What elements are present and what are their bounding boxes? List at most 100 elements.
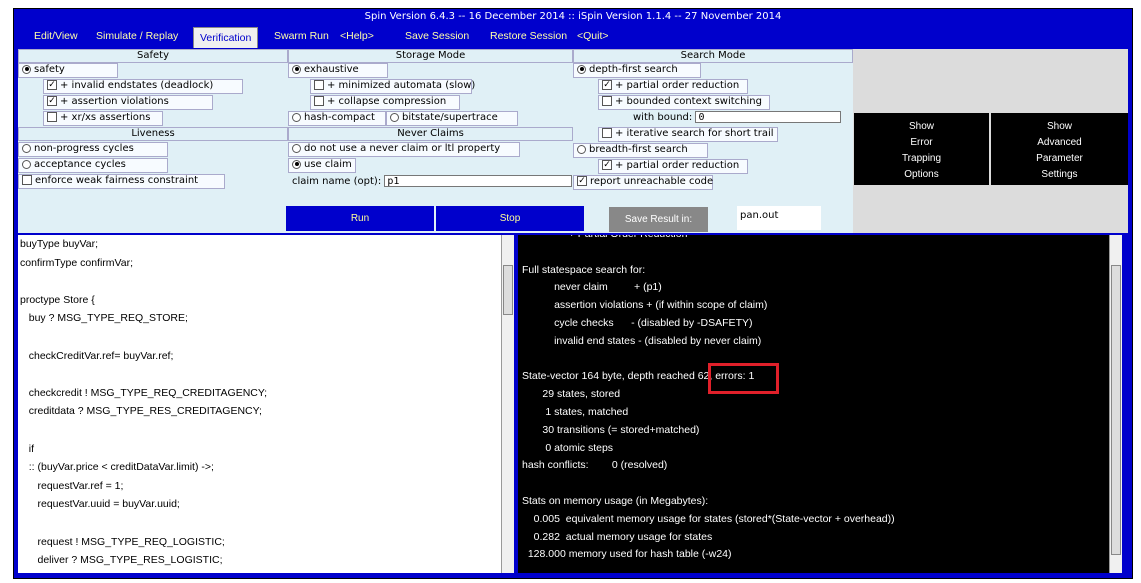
invalid-endstates-checkbox[interactable]: ✓ + invalid endstates (deadlock) (47, 79, 213, 93)
bound-input[interactable]: 0 (695, 111, 842, 123)
radio-empty-icon (577, 144, 586, 154)
weak-fairness-checkbox[interactable]: enforce weak fairness constraint (22, 174, 198, 188)
window-title: Spin Version 6.4.3 -- 16 December 2014 :… (14, 9, 1132, 25)
stop-button[interactable]: Stop (436, 206, 584, 231)
output-scroll-thumb[interactable] (1111, 265, 1121, 555)
radio-selected-icon (292, 159, 301, 169)
hash-compact-radio[interactable]: hash-compact (292, 111, 375, 125)
radio-selected-icon (292, 64, 301, 74)
output-line: + Partial Order Reduction (522, 235, 688, 240)
code-line: request ! MSG_TYPE_REQ_LOGISTIC; (20, 535, 225, 548)
radio-selected-icon (22, 64, 31, 74)
menu-verification[interactable]: Verification (193, 27, 259, 48)
checkmark-icon: ✓ (577, 176, 587, 186)
code-line: creditdata ? MSG_TYPE_RES_CREDITAGENCY; (20, 405, 262, 418)
radio-selected-icon (577, 64, 586, 74)
menu-swarm-run[interactable]: Swarm Run (274, 30, 329, 42)
code-line: deliver ? MSG_TYPE_RES_LOGISTIC; (20, 554, 223, 567)
menu-quit[interactable]: <Quit> (577, 30, 609, 42)
output-line: assertion violations + (if within scope … (522, 299, 768, 312)
radio-empty-icon (292, 143, 301, 153)
code-line: if (20, 442, 35, 455)
liveness-header: Liveness (18, 127, 288, 141)
use-claim-radio[interactable]: use claim (292, 158, 352, 172)
output-line: 1 states, matched (522, 406, 629, 418)
output-line: 0.282 actual memory usage for states (522, 530, 713, 543)
safety-radio[interactable]: safety (22, 63, 65, 77)
checkmark-icon: ✓ (602, 160, 612, 170)
never-claims-header: Never Claims (288, 127, 573, 141)
xr-xs-assertions-checkbox[interactable]: + xr/xs assertions (47, 111, 150, 125)
code-line: checkcredit ! MSG_TYPE_REQ_CREDITAGENCY; (20, 386, 268, 399)
code-line: proctype Store { (20, 293, 95, 306)
output-line: 0 atomic steps (522, 441, 614, 454)
checkmark-icon: ✓ (47, 80, 57, 90)
iterative-search-checkbox[interactable]: + iterative search for short trail (602, 127, 774, 141)
output-line: Full statespace search for: (522, 263, 646, 276)
output-line: never claim + (p1) (522, 281, 662, 294)
radio-empty-icon (390, 112, 399, 122)
checkmark-icon: ✓ (602, 80, 612, 90)
unreachable-code-checkbox[interactable]: ✓ report unreachable code (577, 175, 713, 189)
menu-help[interactable]: <Help> (340, 30, 374, 42)
checkbox-empty-icon (602, 96, 612, 106)
code-line: confirmType confirmVar; (20, 256, 134, 269)
no-never-claim-radio[interactable]: do not use a never claim or ltl property (292, 142, 500, 156)
output-line: 128.000 memory used for hash table (-w24… (522, 548, 732, 561)
output-line: hash conflicts: 0 (resolved) (522, 459, 668, 472)
bound-row: with bound: 0 (633, 111, 842, 125)
non-progress-radio[interactable]: non-progress cycles (22, 142, 134, 156)
assertion-violations-checkbox[interactable]: ✓ + assertion violations (47, 95, 169, 109)
spin-window: Spin Version 6.4.3 -- 16 December 2014 :… (13, 8, 1133, 579)
show-advanced-settings-button[interactable]: Show Advanced Parameter Settings (991, 113, 1128, 185)
editor-scroll-thumb[interactable] (503, 265, 513, 315)
output-line: 30 transitions (= stored+matched) (522, 423, 700, 436)
code-line: :: (buyVar.price < creditDataVar.limit) … (20, 461, 214, 474)
menu-save-session[interactable]: Save Session (405, 30, 469, 42)
claim-name-row: claim name (opt): p1 (292, 175, 573, 189)
partial-order-checkbox[interactable]: ✓ + partial order reduction (602, 79, 739, 93)
run-button[interactable]: Run (286, 206, 434, 231)
storage-header: Storage Mode (288, 49, 573, 63)
minimized-automata-checkbox[interactable]: + minimized automata (slow) (314, 79, 475, 93)
checkbox-empty-icon (47, 112, 57, 122)
acceptance-radio[interactable]: acceptance cycles (22, 158, 126, 172)
code-line: checkCreditVar.ref= buyVar.ref; (20, 349, 174, 362)
output-file-field[interactable]: pan.out (737, 206, 821, 230)
code-line: requestVar.ref = 1; (20, 479, 124, 492)
output-line: Stats on memory usage (in Megabytes): (522, 495, 709, 507)
code-line: requestVar.uuid = buyVar.uuid; (20, 498, 180, 511)
exhaustive-radio[interactable]: exhaustive (292, 63, 359, 77)
bound-label: with bound: (633, 112, 693, 123)
checkbox-empty-icon (314, 80, 324, 90)
menu-restore-session[interactable]: Restore Session (490, 30, 567, 42)
collapse-compression-checkbox[interactable]: + collapse compression (314, 95, 446, 109)
menu-bar: Edit/View Simulate / Replay Verification… (14, 26, 1132, 48)
menu-edit-view[interactable]: Edit/View (34, 30, 78, 42)
dfs-radio[interactable]: depth-first search (577, 63, 678, 77)
menu-simulate-replay[interactable]: Simulate / Replay (96, 30, 178, 42)
output-line: invalid end states - (disabled by never … (522, 334, 762, 347)
claim-name-input[interactable]: p1 (384, 175, 573, 187)
safety-header: Safety (18, 49, 288, 63)
output-line: 0.005 equivalent memory usage for states… (522, 512, 895, 525)
checkbox-empty-icon (22, 175, 32, 185)
output-line: cycle checks - (disabled by -DSAFETY) (522, 317, 753, 329)
search-mode-header: Search Mode (573, 49, 853, 63)
code-line: buyType buyVar; (20, 238, 99, 250)
bfs-radio[interactable]: breadth-first search (577, 143, 688, 157)
model-editor[interactable]: buyType buyVar; confirmType confirmVar; pr… (18, 235, 501, 573)
bitstate-radio[interactable]: bitstate/supertrace (390, 111, 498, 125)
verification-output: + Partial Order Reduction Full statespace… (518, 235, 1109, 573)
save-result-button[interactable]: Save Result in: (609, 207, 708, 232)
errors-highlight-box (708, 363, 779, 394)
claim-name-label: claim name (opt): (292, 176, 382, 187)
output-scrollbar[interactable] (1109, 235, 1122, 573)
output-line: 29 states, stored (522, 388, 621, 401)
show-error-trapping-button[interactable]: Show Error Trapping Options (854, 113, 989, 185)
bfs-partial-order-checkbox[interactable]: ✓ + partial order reduction (602, 159, 739, 173)
editor-scrollbar[interactable] (501, 235, 514, 573)
checkmark-icon: ✓ (47, 96, 57, 106)
bounded-context-checkbox[interactable]: + bounded context switching (602, 95, 762, 109)
checkbox-empty-icon (602, 128, 612, 138)
